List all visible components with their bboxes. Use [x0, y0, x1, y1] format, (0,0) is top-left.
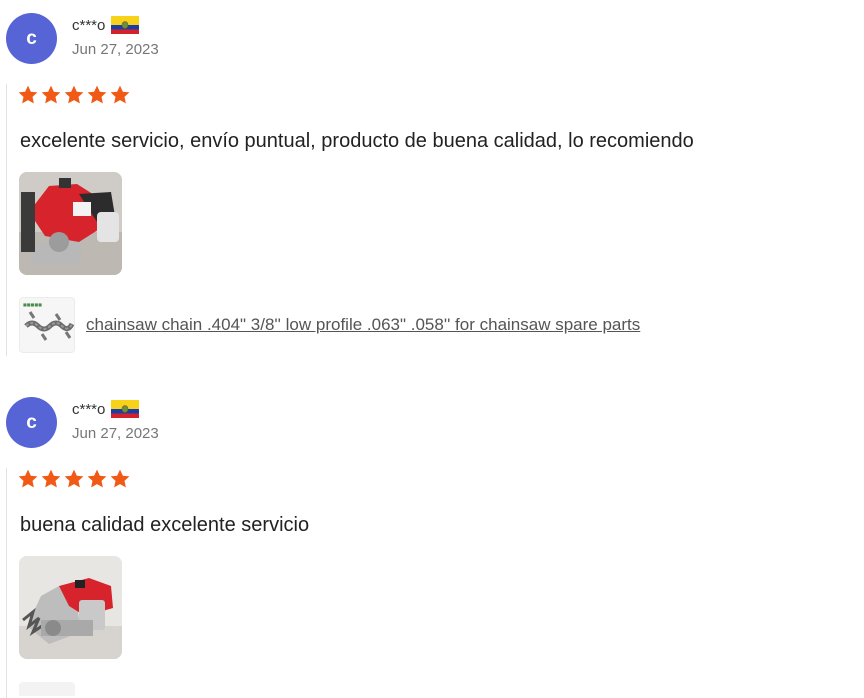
review-comment: excelente servicio, envío puntual, produ…	[20, 130, 694, 152]
avatar: c	[6, 397, 57, 448]
reviewer-name-row: c***o	[72, 16, 139, 34]
review-photo[interactable]	[19, 556, 122, 659]
chain-thumbnail-image	[20, 298, 75, 353]
reviewer-name: c***o	[72, 400, 106, 418]
star-icon	[17, 84, 39, 106]
ecuador-flag-icon	[111, 16, 139, 34]
star-rating	[17, 468, 131, 490]
review-date: Jun 27, 2023	[72, 425, 159, 442]
reviewer-name: c***o	[72, 16, 106, 34]
avatar-letter: c	[26, 27, 37, 49]
product-thumbnail[interactable]	[19, 682, 75, 696]
star-icon	[17, 468, 39, 490]
star-icon	[40, 84, 62, 106]
review-comment: buena calidad excelente servicio	[20, 514, 310, 536]
review-divider	[6, 468, 7, 698]
review-date: Jun 27, 2023	[72, 41, 159, 58]
avatar: c	[6, 13, 57, 64]
review-photo[interactable]	[19, 172, 122, 275]
chainsaw-photo	[19, 172, 122, 275]
star-icon	[86, 468, 108, 490]
star-icon	[86, 84, 108, 106]
product-thumbnail[interactable]	[19, 297, 75, 353]
star-rating	[17, 84, 131, 106]
star-icon	[109, 84, 131, 106]
product-reference[interactable]: chainsaw chain .404" 3/8'' low profile .…	[19, 297, 640, 353]
star-icon	[40, 468, 62, 490]
product-link[interactable]: chainsaw chain .404" 3/8'' low profile .…	[86, 315, 640, 335]
star-icon	[63, 468, 85, 490]
star-icon	[109, 468, 131, 490]
review-divider	[6, 84, 7, 356]
reviewer-name-row: c***o	[72, 400, 139, 418]
chainsaw-photo	[19, 556, 122, 659]
star-icon	[63, 84, 85, 106]
ecuador-flag-icon	[111, 400, 139, 418]
avatar-letter: c	[26, 411, 37, 433]
